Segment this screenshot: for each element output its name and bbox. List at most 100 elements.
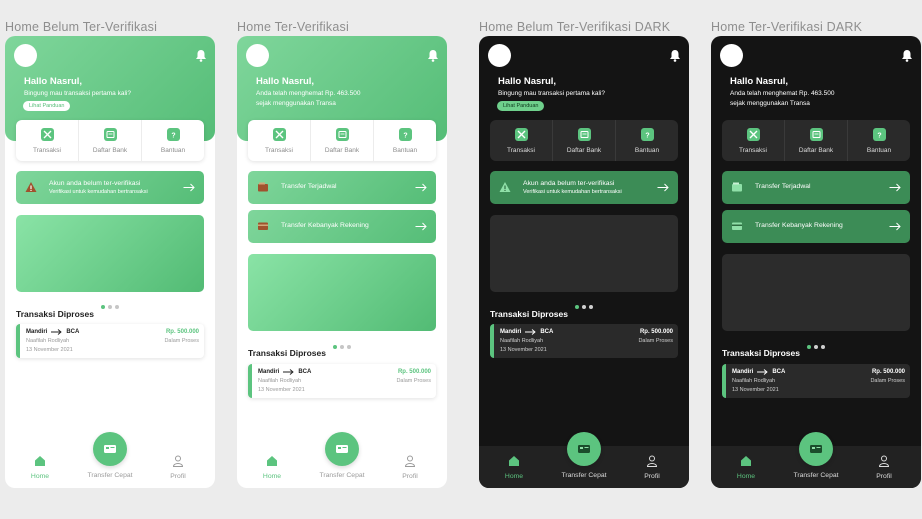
frame-title: Home Belum Ter-Verifikasi DARK bbox=[479, 20, 671, 34]
nav-profil[interactable]: Profil bbox=[380, 446, 440, 488]
subtext: Bingung mau transaksi pertama kali? bbox=[498, 90, 605, 97]
greeting: Hallo Nasrul, bbox=[24, 76, 83, 87]
menu-label: Bantuan bbox=[392, 147, 418, 154]
menu-item-bantuan[interactable]: ? Bantuan bbox=[616, 120, 678, 161]
promo-banner[interactable] bbox=[490, 215, 678, 292]
greeting: Hallo Nasrul, bbox=[730, 76, 789, 87]
nav-home[interactable]: Home bbox=[242, 446, 302, 488]
phone-unverified-dark: Hallo Nasrul, Bingung mau transaksi pert… bbox=[479, 36, 689, 488]
avatar[interactable] bbox=[720, 44, 743, 67]
menu-item-transaksi[interactable]: Transaksi bbox=[490, 120, 553, 161]
carousel-dot[interactable] bbox=[108, 305, 112, 309]
transaction-route: Mandiri BCA bbox=[732, 369, 786, 375]
transaksi-icon bbox=[746, 128, 760, 141]
transfer-kebanyak-rekening-card[interactable]: Transfer Kebanyak Rekening bbox=[722, 210, 910, 243]
arrow-right-icon bbox=[183, 183, 195, 192]
card-icon bbox=[732, 222, 742, 230]
arrow-right-icon bbox=[415, 183, 427, 192]
menu-item-daftar-bank[interactable]: Daftar Bank bbox=[785, 120, 848, 161]
carousel-indicator bbox=[479, 296, 689, 309]
carousel-dot[interactable] bbox=[582, 305, 586, 309]
nav-profil[interactable]: Profil bbox=[148, 446, 208, 488]
avatar[interactable] bbox=[246, 44, 269, 67]
promo-banner[interactable] bbox=[16, 215, 204, 292]
home-icon bbox=[35, 456, 45, 466]
nav-home[interactable]: Home bbox=[484, 446, 544, 488]
guide-button[interactable]: Lihat Panduan bbox=[23, 101, 71, 111]
transaction-accent bbox=[722, 364, 726, 398]
transfer-cepat-button[interactable] bbox=[799, 432, 833, 466]
transfer-terjadwal-card[interactable]: Transfer Terjadwal bbox=[722, 171, 910, 204]
section-title: Transaksi Diproses bbox=[490, 309, 568, 319]
carousel-dot[interactable] bbox=[101, 305, 105, 309]
transfer-cepat-button[interactable] bbox=[325, 432, 359, 466]
promo-banner[interactable] bbox=[248, 254, 436, 331]
quick-menu: Transaksi Daftar Bank ? Bantuan bbox=[248, 120, 436, 161]
profile-icon bbox=[172, 455, 184, 467]
avatar[interactable] bbox=[488, 44, 511, 67]
wallet-icon bbox=[732, 182, 742, 192]
menu-item-bantuan[interactable]: ? Bantuan bbox=[142, 120, 204, 161]
verification-notice[interactable]: Akun anda belum ter-verifikasi Verifikas… bbox=[490, 171, 678, 204]
profile-icon bbox=[404, 455, 416, 467]
guide-button[interactable]: Lihat Panduan bbox=[497, 101, 545, 111]
verification-notice[interactable]: Akun anda belum ter-verifikasi Verifikas… bbox=[16, 171, 204, 204]
section-title: Transaksi Diproses bbox=[248, 348, 326, 358]
nav-profil[interactable]: Profil bbox=[854, 446, 914, 488]
bell-icon[interactable] bbox=[669, 49, 681, 62]
menu-item-transaksi[interactable]: Transaksi bbox=[16, 120, 79, 161]
arrow-right-icon bbox=[415, 222, 427, 231]
arrow-right-icon bbox=[51, 329, 63, 335]
fab-label: Transfer Cepat bbox=[319, 472, 365, 479]
carousel-dot[interactable] bbox=[821, 345, 825, 349]
bell-icon[interactable] bbox=[901, 49, 913, 62]
transfer-kebanyak-rekening-card[interactable]: Transfer Kebanyak Rekening bbox=[248, 210, 436, 243]
carousel-dot[interactable] bbox=[807, 345, 811, 349]
notice-subtitle: Verifikasi untuk kemudahan bertransaksi bbox=[49, 189, 148, 195]
menu-item-bantuan[interactable]: ? Bantuan bbox=[848, 120, 910, 161]
transfer-terjadwal-card[interactable]: Transfer Terjadwal bbox=[248, 171, 436, 204]
bell-icon[interactable] bbox=[427, 49, 439, 62]
menu-label: Daftar Bank bbox=[798, 147, 834, 154]
avatar[interactable] bbox=[14, 44, 37, 67]
nav-home[interactable]: Home bbox=[716, 446, 776, 488]
transaksi-icon bbox=[514, 128, 528, 141]
transaction-route: Mandiri BCA bbox=[26, 329, 80, 335]
menu-label: Transaksi bbox=[265, 147, 293, 154]
carousel-dot[interactable] bbox=[575, 305, 579, 309]
transaction-date: 13 November 2021 bbox=[258, 387, 305, 393]
menu-item-transaksi[interactable]: Transaksi bbox=[722, 120, 785, 161]
transaction-card[interactable]: Mandiri BCA Naafilah Rodliyah 13 November… bbox=[248, 364, 436, 398]
menu-item-daftar-bank[interactable]: Daftar Bank bbox=[553, 120, 616, 161]
transfer-icon bbox=[336, 445, 348, 453]
transaction-card[interactable]: Mandiri BCA Naafilah Rodliyah 13 November… bbox=[490, 324, 678, 358]
transaction-name: Naafilah Rodliyah bbox=[258, 378, 302, 384]
transaction-name: Naafilah Rodliyah bbox=[500, 338, 544, 344]
card-icon bbox=[258, 222, 268, 230]
promo-banner[interactable] bbox=[722, 254, 910, 331]
transaction-card[interactable]: Mandiri BCA Naafilah Rodliyah 13 November… bbox=[722, 364, 910, 398]
carousel-dot[interactable] bbox=[814, 345, 818, 349]
bell-icon[interactable] bbox=[195, 49, 207, 62]
nav-home[interactable]: Home bbox=[10, 446, 70, 488]
carousel-dot[interactable] bbox=[115, 305, 119, 309]
transfer-cepat-button[interactable] bbox=[567, 432, 601, 466]
carousel-dot[interactable] bbox=[340, 345, 344, 349]
carousel-dot[interactable] bbox=[333, 345, 337, 349]
transaction-status: Dalam Proses bbox=[396, 378, 431, 384]
transaction-amount: Rp. 500.000 bbox=[165, 329, 199, 335]
transfer-icon bbox=[104, 445, 116, 453]
transfer-cepat-button[interactable] bbox=[93, 432, 127, 466]
menu-item-transaksi[interactable]: Transaksi bbox=[248, 120, 311, 161]
menu-item-bantuan[interactable]: ? Bantuan bbox=[374, 120, 436, 161]
arrow-right-icon bbox=[283, 369, 295, 375]
menu-item-daftar-bank[interactable]: Daftar Bank bbox=[79, 120, 142, 161]
transaction-card[interactable]: Mandiri BCA Naafilah Rodliyah 13 November… bbox=[16, 324, 204, 358]
svg-text:?: ? bbox=[403, 133, 407, 140]
carousel-dot[interactable] bbox=[347, 345, 351, 349]
menu-item-daftar-bank[interactable]: Daftar Bank bbox=[311, 120, 374, 161]
notice-title: Akun anda belum ter-verifikasi bbox=[523, 180, 615, 187]
carousel-dot[interactable] bbox=[589, 305, 593, 309]
nav-profil[interactable]: Profil bbox=[622, 446, 682, 488]
carousel-indicator bbox=[237, 336, 447, 349]
